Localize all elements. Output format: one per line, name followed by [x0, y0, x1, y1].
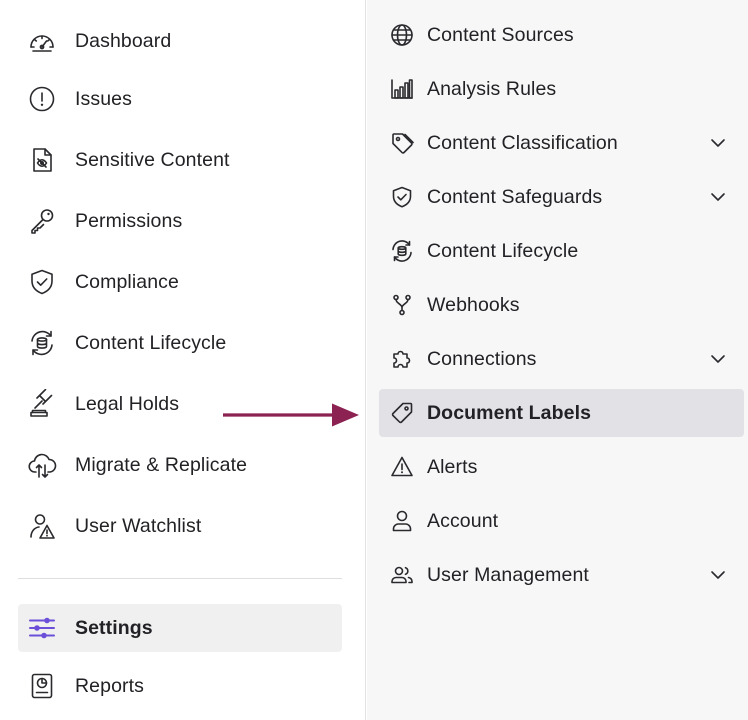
submenu-item-label: Account	[427, 509, 499, 532]
sidebar-item-compliance[interactable]: Compliance	[18, 258, 342, 306]
submenu-item-label: User Management	[427, 563, 589, 586]
file-hidden-icon	[26, 144, 58, 176]
sidebar-item-dashboard[interactable]: Dashboard	[18, 17, 342, 65]
submenu-item-label: Document Labels	[427, 401, 592, 424]
submenu-item-label: Webhooks	[427, 293, 520, 316]
sidebar-item-content-lifecycle[interactable]: Content Lifecycle	[18, 319, 342, 367]
submenu-item-label: Content Safeguards	[427, 185, 603, 208]
chevron-down-icon[interactable]	[706, 563, 730, 587]
key-icon	[26, 205, 58, 237]
gauge-icon	[26, 25, 58, 57]
sidebar-item-label: Permissions	[75, 209, 183, 232]
sidebar-item-settings[interactable]: Settings	[18, 604, 342, 652]
users-icon	[389, 562, 415, 588]
submenu-item-analysis-rules[interactable]: Analysis Rules	[379, 65, 744, 113]
chevron-down-icon[interactable]	[706, 131, 730, 155]
shield-check-icon	[389, 184, 415, 210]
sidebar-item-label: Issues	[75, 87, 132, 110]
submenu-item-label: Connections	[427, 347, 537, 370]
sidebar-item-sensitive-content[interactable]: Sensitive Content	[18, 136, 342, 184]
submenu-item-webhooks[interactable]: Webhooks	[379, 281, 744, 329]
sidebar-item-label: Compliance	[75, 270, 179, 293]
sidebar-item-user-watchlist[interactable]: User Watchlist	[18, 502, 342, 550]
sidebar-item-label: Migrate & Replicate	[75, 453, 248, 476]
submenu-item-label: Alerts	[427, 455, 478, 478]
webhook-icon	[389, 292, 415, 318]
shield-check-icon	[26, 266, 58, 298]
tag-icon	[389, 130, 415, 156]
label-tag-icon	[389, 400, 415, 426]
submenu-item-alerts[interactable]: Alerts	[379, 443, 744, 491]
sidebar-item-label: Sensitive Content	[75, 148, 230, 171]
puzzle-icon	[389, 346, 415, 372]
alert-circle-icon	[26, 83, 58, 115]
submenu-item-label: Analysis Rules	[427, 77, 557, 100]
user-icon	[389, 508, 415, 534]
sidebar-item-label: Content Lifecycle	[75, 331, 227, 354]
submenu-item-account[interactable]: Account	[379, 497, 744, 545]
database-cycle-icon	[26, 327, 58, 359]
submenu-item-content-safeguards[interactable]: Content Safeguards	[379, 173, 744, 221]
submenu-item-content-lifecycle[interactable]: Content Lifecycle	[379, 227, 744, 275]
submenu-item-document-labels[interactable]: Document Labels	[379, 389, 744, 437]
chevron-down-icon[interactable]	[706, 185, 730, 209]
cloud-transfer-icon	[26, 449, 58, 481]
warning-triangle-icon	[389, 454, 415, 480]
submenu-item-content-classification[interactable]: Content Classification	[379, 119, 744, 167]
submenu-item-content-sources[interactable]: Content Sources	[379, 11, 744, 59]
main-sidebar: Dashboard Issues Sensitive Content Permi…	[0, 0, 366, 720]
bar-chart-icon	[389, 76, 415, 102]
database-cycle-icon	[389, 238, 415, 264]
sliders-icon	[26, 612, 58, 644]
submenu-item-label: Content Lifecycle	[427, 239, 579, 262]
sidebar-item-label: Legal Holds	[75, 392, 180, 415]
sidebar-divider	[18, 578, 342, 579]
sidebar-item-migrate-replicate[interactable]: Migrate & Replicate	[18, 441, 342, 489]
submenu-item-connections[interactable]: Connections	[379, 335, 744, 383]
sidebar-item-label: Dashboard	[75, 29, 172, 52]
annotation-arrow	[223, 403, 359, 427]
sidebar-item-label: Reports	[75, 674, 144, 697]
sidebar-item-issues[interactable]: Issues	[18, 75, 342, 123]
sidebar-item-label: User Watchlist	[75, 514, 202, 537]
user-warning-icon	[26, 510, 58, 542]
submenu-item-label: Content Sources	[427, 23, 574, 46]
gavel-icon	[26, 388, 58, 420]
sidebar-item-permissions[interactable]: Permissions	[18, 197, 342, 245]
chevron-down-icon[interactable]	[706, 347, 730, 371]
sidebar-item-reports[interactable]: Reports	[18, 662, 342, 710]
submenu-item-user-management[interactable]: User Management	[379, 551, 744, 599]
report-icon	[26, 670, 58, 702]
sidebar-item-label: Settings	[75, 616, 153, 639]
settings-submenu: Content Sources Analysis Rules Content C…	[367, 0, 748, 720]
globe-icon	[389, 22, 415, 48]
submenu-item-label: Content Classification	[427, 131, 618, 154]
